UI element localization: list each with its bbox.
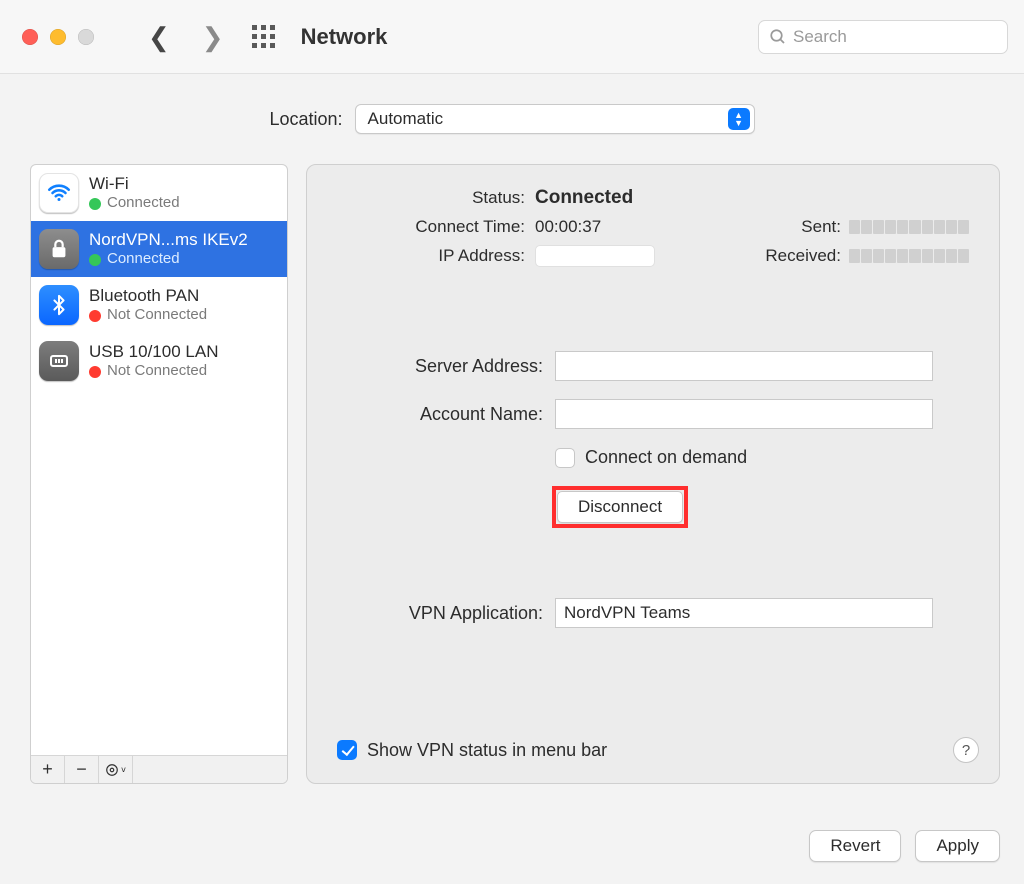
status-label: Status: bbox=[337, 188, 535, 208]
search-placeholder: Search bbox=[793, 27, 847, 47]
sidebar-item-ethernet[interactable]: USB 10/100 LAN Not Connected bbox=[31, 333, 287, 389]
show-vpn-status-checkbox[interactable] bbox=[337, 740, 357, 760]
back-button[interactable]: ❮ bbox=[148, 24, 170, 50]
revert-button[interactable]: Revert bbox=[809, 830, 901, 862]
show-vpn-status-label: Show VPN status in menu bar bbox=[367, 740, 607, 761]
wifi-icon bbox=[39, 173, 79, 213]
remove-interface-button[interactable]: − bbox=[65, 756, 99, 783]
traffic-lights bbox=[22, 29, 94, 45]
vpn-application-field[interactable]: NordVPN Teams bbox=[555, 598, 933, 628]
window-footer: Revert Apply bbox=[809, 830, 1000, 862]
nav-buttons: ❮ ❯ bbox=[148, 24, 224, 50]
status-dot-icon bbox=[89, 198, 101, 210]
vpn-application-label: VPN Application: bbox=[337, 603, 555, 624]
all-preferences-icon[interactable] bbox=[252, 25, 275, 48]
status-dot-icon bbox=[89, 366, 101, 378]
details-panel: Status: Connected Connect Time: 00:00:37… bbox=[306, 164, 1000, 784]
sidebar-item-vpn[interactable]: NordVPN...ms IKEv2 Connected bbox=[31, 221, 287, 277]
sidebar-item-label: NordVPN...ms IKEv2 bbox=[89, 229, 248, 250]
server-address-label: Server Address: bbox=[337, 356, 555, 377]
window-titlebar: ❮ ❯ Network Search bbox=[0, 0, 1024, 74]
sent-label: Sent: bbox=[765, 217, 849, 237]
connect-time-label: Connect Time: bbox=[337, 217, 535, 237]
add-interface-button[interactable]: + bbox=[31, 756, 65, 783]
help-button[interactable]: ? bbox=[953, 737, 979, 763]
disconnect-highlight: Disconnect bbox=[552, 486, 688, 528]
sidebar-item-label: USB 10/100 LAN bbox=[89, 341, 218, 362]
connect-on-demand-checkbox[interactable] bbox=[555, 448, 575, 468]
close-window-button[interactable] bbox=[22, 29, 38, 45]
account-name-field[interactable] bbox=[555, 399, 933, 429]
forward-button[interactable]: ❯ bbox=[202, 24, 224, 50]
status-dot-icon bbox=[89, 254, 101, 266]
sidebar-toolbar: + − ⅴ bbox=[31, 755, 287, 783]
sent-meter bbox=[849, 220, 969, 234]
search-input[interactable]: Search bbox=[758, 20, 1008, 54]
interfaces-sidebar: Wi-Fi Connected NordVPN...ms IKEv2 Conne… bbox=[30, 164, 288, 784]
sidebar-item-label: Wi-Fi bbox=[89, 173, 180, 194]
ip-address-value bbox=[535, 245, 655, 267]
interfaces-list: Wi-Fi Connected NordVPN...ms IKEv2 Conne… bbox=[31, 165, 287, 755]
received-meter bbox=[849, 249, 969, 263]
lock-icon bbox=[39, 229, 79, 269]
search-icon bbox=[769, 28, 787, 46]
zoom-window-button[interactable] bbox=[78, 29, 94, 45]
disconnect-button[interactable]: Disconnect bbox=[557, 491, 683, 523]
connect-on-demand-label: Connect on demand bbox=[585, 447, 747, 468]
ip-address-label: IP Address: bbox=[337, 246, 535, 266]
sidebar-item-bluetooth-pan[interactable]: Bluetooth PAN Not Connected bbox=[31, 277, 287, 333]
bluetooth-icon bbox=[39, 285, 79, 325]
status-value: Connected bbox=[535, 187, 655, 209]
interface-actions-button[interactable]: ⅴ bbox=[99, 756, 133, 783]
server-address-field[interactable] bbox=[555, 351, 933, 381]
location-row: Location: Automatic ▲▼ bbox=[0, 74, 1024, 134]
location-value: Automatic bbox=[368, 109, 444, 129]
location-select[interactable]: Automatic ▲▼ bbox=[355, 104, 755, 134]
page-title: Network bbox=[301, 24, 388, 50]
received-label: Received: bbox=[765, 246, 849, 266]
connect-time-value: 00:00:37 bbox=[535, 217, 655, 237]
status-dot-icon bbox=[89, 310, 101, 322]
sidebar-item-wifi[interactable]: Wi-Fi Connected bbox=[31, 165, 287, 221]
account-name-label: Account Name: bbox=[337, 404, 555, 425]
ethernet-icon bbox=[39, 341, 79, 381]
minimize-window-button[interactable] bbox=[50, 29, 66, 45]
dropdown-stepper-icon: ▲▼ bbox=[728, 108, 750, 130]
location-label: Location: bbox=[269, 109, 342, 130]
sidebar-item-label: Bluetooth PAN bbox=[89, 285, 207, 306]
apply-button[interactable]: Apply bbox=[915, 830, 1000, 862]
